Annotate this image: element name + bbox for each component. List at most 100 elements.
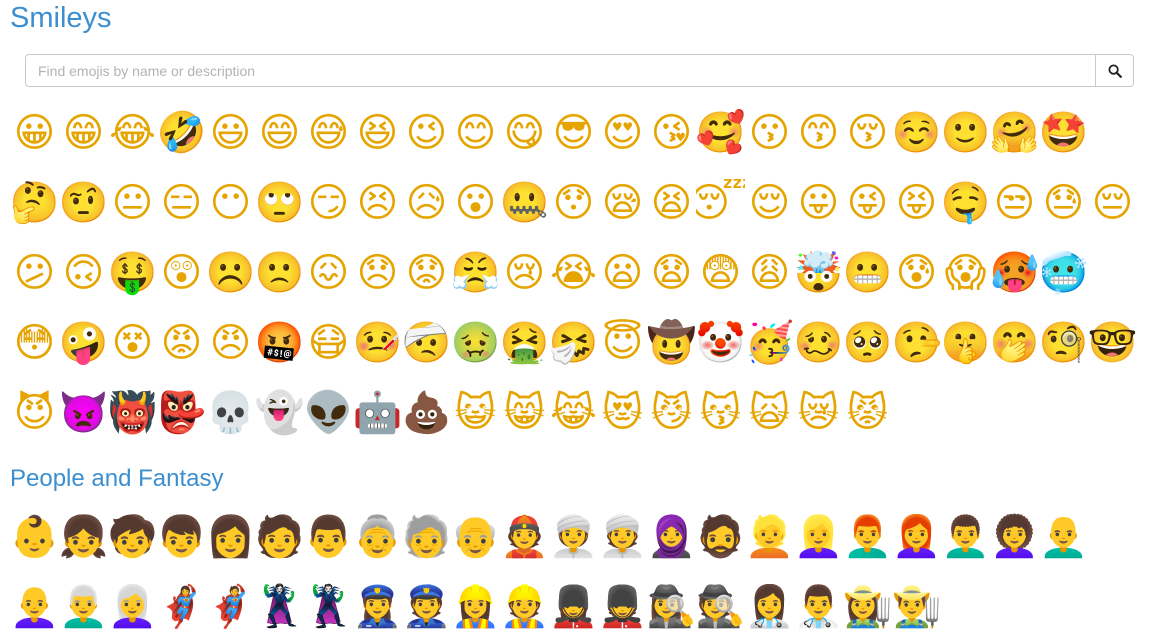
emoji-button[interactable]: 👳 (598, 512, 647, 562)
emoji-button[interactable]: 👴 (451, 512, 500, 562)
emoji-button[interactable]: 😋 (500, 108, 549, 158)
emoji-button[interactable]: 👺 (157, 388, 206, 438)
emoji-button[interactable]: 🤡 (696, 318, 745, 368)
emoji-button[interactable]: 🤭 (990, 318, 1039, 368)
emoji-button[interactable]: 👽 (304, 388, 353, 438)
emoji-button[interactable]: 👲 (500, 512, 549, 562)
emoji-button[interactable]: 🧒 (108, 512, 157, 562)
emoji-button[interactable]: 😶 (206, 178, 255, 228)
emoji-button[interactable]: 😛 (794, 178, 843, 228)
emoji-button[interactable]: 😒 (990, 178, 1039, 228)
emoji-button[interactable]: 😟 (402, 248, 451, 298)
emoji-button[interactable]: 👨‍🌾 (892, 582, 941, 632)
emoji-button[interactable]: 😲 (157, 248, 206, 298)
emoji-button[interactable]: 👨‍🦰 (843, 512, 892, 562)
emoji-button[interactable]: 💂‍♀️ (549, 582, 598, 632)
emoji-button[interactable]: 👨‍🦲 (1039, 512, 1088, 562)
emoji-button[interactable]: 👮‍♀️ (353, 582, 402, 632)
emoji-button[interactable]: 😮 (451, 178, 500, 228)
emoji-button[interactable]: 😤 (451, 248, 500, 298)
emoji-button[interactable]: 😈 (10, 388, 59, 438)
emoji-button[interactable]: 👮 (402, 582, 451, 632)
emoji-button[interactable]: 😬 (843, 248, 892, 298)
emoji-button[interactable]: 😊 (451, 108, 500, 158)
emoji-button[interactable]: 😍 (598, 108, 647, 158)
emoji-button[interactable]: 💀 (206, 388, 255, 438)
emoji-button[interactable]: 😝 (892, 178, 941, 228)
emoji-button[interactable]: 🧔 (696, 512, 745, 562)
emoji-button[interactable]: 👻 (255, 388, 304, 438)
emoji-button[interactable]: 🧓 (402, 512, 451, 562)
emoji-button[interactable]: 😚 (843, 108, 892, 158)
emoji-button[interactable]: 🤕 (402, 318, 451, 368)
emoji-button[interactable]: 🦹 (304, 582, 353, 632)
emoji-button[interactable]: 👩‍🦰 (892, 512, 941, 562)
emoji-button[interactable]: 🤠 (647, 318, 696, 368)
emoji-button[interactable]: 😏 (304, 178, 353, 228)
emoji-button[interactable]: 😔 (1088, 178, 1137, 228)
emoji-button[interactable]: 🙀 (745, 388, 794, 438)
emoji-button[interactable]: 👨 (304, 512, 353, 562)
emoji-button[interactable]: 😷 (304, 318, 353, 368)
emoji-button[interactable]: 🤔 (10, 178, 59, 228)
emoji-button[interactable]: 👵 (353, 512, 402, 562)
emoji-button[interactable]: 🙃 (59, 248, 108, 298)
emoji-button[interactable]: 😡 (157, 318, 206, 368)
emoji-button[interactable]: 😐 (108, 178, 157, 228)
emoji-button[interactable]: 😧 (647, 248, 696, 298)
emoji-button[interactable]: 👹 (108, 388, 157, 438)
emoji-button[interactable]: 👷 (500, 582, 549, 632)
emoji-button[interactable]: 🥺 (843, 318, 892, 368)
emoji-button[interactable]: 😾 (843, 388, 892, 438)
emoji-button[interactable]: 👧 (59, 512, 108, 562)
emoji-button[interactable]: 🤬 (255, 318, 304, 368)
emoji-button[interactable]: 🕵️ (696, 582, 745, 632)
emoji-button[interactable]: 😭 (549, 248, 598, 298)
emoji-button[interactable]: 😁 (59, 108, 108, 158)
emoji-button[interactable]: 👩‍⚕️ (745, 582, 794, 632)
emoji-button[interactable]: 💩 (402, 388, 451, 438)
emoji-button[interactable]: 😂 (108, 108, 157, 158)
emoji-button[interactable]: 😽 (696, 388, 745, 438)
emoji-button[interactable]: 😉 (402, 108, 451, 158)
emoji-button[interactable]: 😌 (745, 178, 794, 228)
emoji-button[interactable]: 😴 (696, 178, 745, 228)
emoji-button[interactable]: 😳 (10, 318, 59, 368)
emoji-button[interactable]: 😆 (353, 108, 402, 158)
emoji-button[interactable]: 😙 (794, 108, 843, 158)
emoji-button[interactable]: 😣 (353, 178, 402, 228)
emoji-button[interactable]: 🥴 (794, 318, 843, 368)
emoji-button[interactable]: 🕵️‍♀️ (647, 582, 696, 632)
emoji-button[interactable]: 🥳 (745, 318, 794, 368)
emoji-button[interactable]: 🤐 (500, 178, 549, 228)
emoji-button[interactable]: 😿 (794, 388, 843, 438)
emoji-button[interactable]: 🥶 (1039, 248, 1088, 298)
emoji-button[interactable]: 🙄 (255, 178, 304, 228)
emoji-button[interactable]: 🤨 (59, 178, 108, 228)
emoji-button[interactable]: 😖 (304, 248, 353, 298)
emoji-button[interactable]: 😺 (451, 388, 500, 438)
emoji-button[interactable]: 😑 (157, 178, 206, 228)
emoji-button[interactable]: 😀 (10, 108, 59, 158)
emoji-button[interactable]: 👩‍🦳 (108, 582, 157, 632)
emoji-button[interactable]: 😦 (598, 248, 647, 298)
emoji-button[interactable]: 😻 (598, 388, 647, 438)
emoji-button[interactable]: 👷‍♀️ (451, 582, 500, 632)
emoji-button[interactable]: 😼 (647, 388, 696, 438)
emoji-button[interactable]: 🤮 (500, 318, 549, 368)
emoji-button[interactable]: 🥰 (696, 108, 745, 158)
emoji-button[interactable]: 🤪 (59, 318, 108, 368)
emoji-button[interactable]: 😱 (941, 248, 990, 298)
emoji-button[interactable]: 😇 (598, 318, 647, 368)
emoji-button[interactable]: 🤖 (353, 388, 402, 438)
emoji-button[interactable]: 😞 (353, 248, 402, 298)
emoji-button[interactable]: 😥 (402, 178, 451, 228)
emoji-button[interactable]: 😠 (206, 318, 255, 368)
emoji-button[interactable]: 👨‍⚕️ (794, 582, 843, 632)
emoji-button[interactable]: 👨‍🦳 (59, 582, 108, 632)
emoji-button[interactable]: 🤤 (941, 178, 990, 228)
emoji-button[interactable]: 😜 (843, 178, 892, 228)
emoji-button[interactable]: 🤒 (353, 318, 402, 368)
emoji-button[interactable]: 👳‍♀️ (549, 512, 598, 562)
emoji-button[interactable]: 🤣 (157, 108, 206, 158)
